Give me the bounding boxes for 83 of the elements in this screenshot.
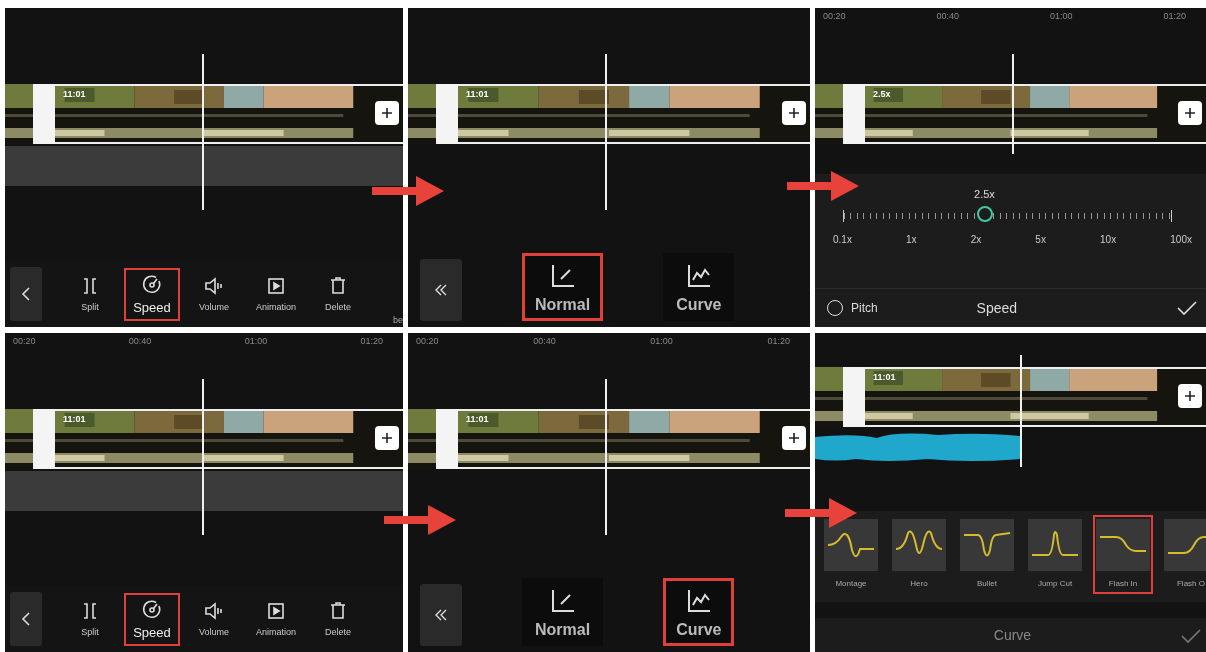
clip-duration: 11:01 <box>873 372 896 382</box>
mode-button[interactable]: Normal <box>522 578 604 646</box>
slider-thumb[interactable] <box>976 206 993 222</box>
panel-title: Speed <box>976 300 1018 316</box>
tool-button[interactable]: Delete <box>310 595 367 643</box>
curve-preset[interactable]: Flash In <box>1093 515 1153 594</box>
tick-label: 5x <box>1035 234 1046 245</box>
arrow <box>787 171 859 201</box>
time-label: 00:20 <box>416 336 439 346</box>
tick-label: 10x <box>1100 234 1117 245</box>
tool-button[interactable]: Speed <box>124 267 180 321</box>
time-label: 01:20 <box>1163 11 1186 21</box>
tool-button[interactable]: Volume <box>186 595 242 643</box>
tool-button[interactable]: Speed <box>124 592 180 646</box>
tool-button[interactable]: Split <box>62 595 118 643</box>
clip-handle[interactable] <box>436 84 458 144</box>
mode-button[interactable]: Curve <box>663 253 735 321</box>
time-label: 01:20 <box>767 336 790 346</box>
clip-duration: 11:01 <box>63 414 86 424</box>
clip-duration: 11:01 <box>466 89 489 99</box>
chevron-left-icon <box>21 611 31 627</box>
plus-icon <box>788 432 800 444</box>
gauge-icon <box>142 598 162 619</box>
play-square-icon <box>266 601 286 621</box>
tool-button[interactable]: Delete <box>310 270 367 318</box>
time-label: 01:20 <box>360 336 383 346</box>
panel-title: Curve <box>993 627 1032 643</box>
plus-icon <box>1184 107 1196 119</box>
clip-handle[interactable] <box>436 409 458 469</box>
clip-duration: 2.5x <box>873 89 891 99</box>
time-label: 01:00 <box>1049 11 1073 21</box>
time-label: 00:40 <box>936 11 959 21</box>
gauge-icon <box>142 273 162 294</box>
arrow <box>384 505 456 535</box>
cut-off-label: be <box>393 315 403 325</box>
add-clip-button[interactable] <box>782 101 806 125</box>
plus-icon <box>788 107 800 119</box>
clip-duration: 11:01 <box>63 89 86 99</box>
tick-label: 100x <box>1170 234 1192 245</box>
back-button[interactable] <box>420 584 462 646</box>
chevron-left-icon <box>21 286 31 302</box>
time-label: 00:40 <box>533 336 556 346</box>
speaker-icon <box>204 276 224 296</box>
arrow <box>372 176 444 206</box>
double-chevron-left-icon <box>434 283 448 297</box>
plus-icon <box>381 107 393 119</box>
back-button[interactable] <box>10 267 42 321</box>
time-label: 01:00 <box>650 336 673 346</box>
time-label: 01:00 <box>244 336 268 346</box>
tool-button[interactable]: Animation <box>248 595 305 643</box>
pitch-toggle[interactable]: Pitch <box>827 300 878 316</box>
checkmark-icon <box>1176 300 1198 316</box>
tool-button[interactable]: Split <box>62 270 118 318</box>
back-button[interactable] <box>10 592 42 646</box>
time-label: 00:40 <box>128 336 152 346</box>
clip-handle[interactable] <box>33 84 55 144</box>
clip-handle[interactable] <box>843 84 865 144</box>
speed-reading: 2.5x <box>974 188 995 200</box>
tick-label: 0.1x <box>833 234 852 245</box>
time-label: 00:20 <box>13 336 36 346</box>
tick-label: 2x <box>970 234 982 245</box>
add-clip-button[interactable] <box>375 101 399 125</box>
plus-icon <box>381 432 393 444</box>
plus-icon <box>1184 390 1196 402</box>
clip-duration: 11:01 <box>466 414 489 424</box>
mode-button[interactable]: Normal <box>522 253 604 321</box>
mode-button[interactable]: Curve <box>663 578 735 646</box>
back-button[interactable] <box>420 259 462 321</box>
add-clip-button[interactable] <box>1178 384 1202 408</box>
arrow <box>785 498 857 528</box>
play-square-icon <box>266 276 286 296</box>
clip-handle[interactable] <box>843 367 865 427</box>
tick-label: 1x <box>906 234 917 245</box>
tool-button[interactable]: Volume <box>186 270 242 318</box>
speaker-icon <box>204 601 224 621</box>
clip-handle[interactable] <box>33 409 55 469</box>
add-clip-button[interactable] <box>782 426 806 450</box>
add-clip-button[interactable] <box>375 426 399 450</box>
checkmark-icon <box>1180 628 1202 644</box>
double-chevron-left-icon <box>434 608 448 622</box>
time-label: 00:20 <box>823 11 846 21</box>
tool-button[interactable]: Animation <box>248 270 305 318</box>
add-clip-button[interactable] <box>1178 101 1202 125</box>
